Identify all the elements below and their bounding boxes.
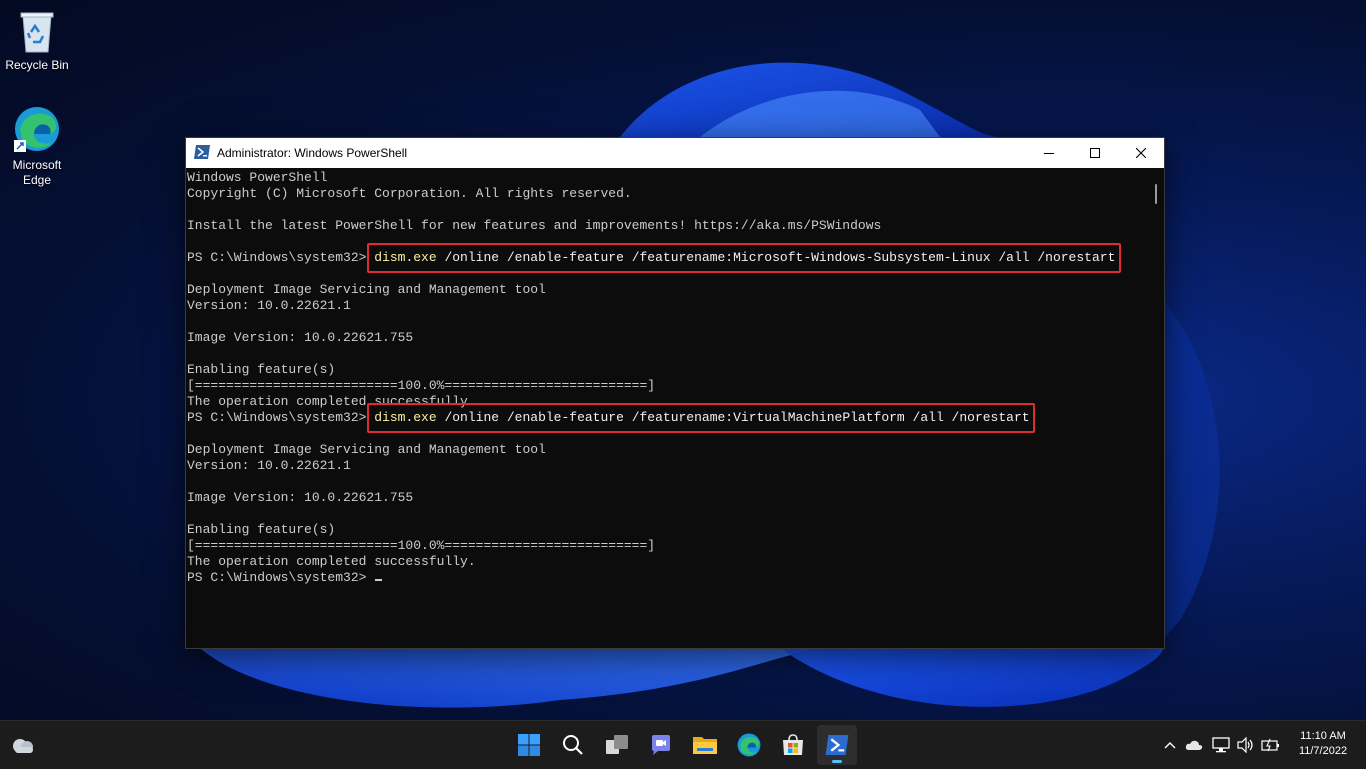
console-line: Deployment Image Servicing and Managemen… [187,442,546,457]
minimize-button[interactable] [1026,138,1072,168]
console-prompt: PS C:\Windows\system32> [187,410,375,425]
console-line: Windows PowerShell [187,170,328,185]
taskbar-chat-button[interactable] [641,725,681,765]
taskbar-search-button[interactable] [553,725,593,765]
taskbar-edge-button[interactable] [729,725,769,765]
taskbar-file-explorer-button[interactable] [685,725,725,765]
desktop-icon-edge[interactable]: Microsoft Edge [2,104,72,188]
volume-icon [1237,737,1253,753]
console-command-exe: dism.exe [374,410,437,425]
powershell-icon [825,735,849,755]
console-command-exe: dism.exe [374,250,437,265]
text-cursor [375,579,383,581]
tray-overflow-button[interactable] [1160,735,1180,755]
vertical-scrollbar[interactable] [1148,168,1164,648]
console-line: The operation completed successfully. [187,554,476,569]
tray-volume[interactable] [1236,735,1256,755]
edge-icon [737,733,761,757]
tray-battery[interactable] [1261,735,1281,755]
chevron-up-icon [1164,742,1176,749]
clock-time: 11:10 AM [1300,730,1346,742]
title-bar[interactable]: Administrator: Windows PowerShell [186,138,1164,168]
search-icon [563,735,583,755]
taskbar-powershell-button[interactable] [817,725,857,765]
weather-widget[interactable] [10,733,36,757]
console-line: Image Version: 10.0.22621.755 [187,490,414,505]
scrollbar-thumb[interactable] [1155,184,1157,204]
console-line: Install the latest PowerShell for new fe… [187,218,882,233]
recycle-bin-icon [20,12,54,53]
maximize-icon [1090,148,1100,158]
store-icon [783,734,803,755]
console-command: dism.exe /online /enable-feature /featur… [374,250,1115,265]
console-line: Copyright (C) Microsoft Corporation. All… [187,186,632,201]
console-command-args: /online /enable-feature /featurename:Mic… [436,250,1116,265]
console-line: Deployment Image Servicing and Managemen… [187,282,546,297]
taskbar: 11:10 AM 11/7/2022 [0,720,1366,769]
close-button[interactable] [1118,138,1164,168]
taskbar-start-button[interactable] [509,725,549,765]
console-output[interactable]: Windows PowerShell Copyright (C) Microsof… [186,168,1146,648]
desktop-icon-label: Recycle Bin [5,58,69,72]
onedrive-icon [1185,740,1203,750]
console-line: Version: 10.0.22621.1 [187,298,351,313]
powershell-icon [194,145,210,159]
powershell-window[interactable]: Administrator: Windows PowerShell Window… [185,137,1165,649]
chat-icon [652,735,670,755]
tray-onedrive[interactable] [1184,735,1204,755]
maximize-button[interactable] [1072,138,1118,168]
task-view-icon [606,735,628,754]
weather-cloud-icon [13,739,33,753]
edge-icon [14,107,59,152]
console-line: Enabling feature(s) [187,362,336,377]
close-icon [1136,148,1146,158]
desktop-icon-recycle-bin[interactable]: Recycle Bin [2,8,72,73]
desktop-icon-label: Microsoft Edge [12,158,62,187]
console-line: Enabling feature(s) [187,522,336,537]
tray-network[interactable] [1211,735,1231,755]
console-line: Version: 10.0.22621.1 [187,458,351,473]
file-explorer-icon [693,737,717,754]
console-line: [==========================100.0%=======… [187,378,656,393]
battery-icon [1261,738,1279,752]
console-prompt: PS C:\Windows\system32> [187,250,375,265]
console-line: Image Version: 10.0.22621.755 [187,330,414,345]
console-line: PS C:\Windows\system32> dism.exe /online… [187,250,1115,266]
window-title: Administrator: Windows PowerShell [217,146,408,160]
console-line: [==========================100.0%=======… [187,538,656,553]
clock-date: 11/7/2022 [1298,745,1348,757]
taskbar-store-button[interactable] [773,725,813,765]
console-prompt: PS C:\Windows\system32> [187,570,375,585]
taskbar-clock[interactable]: 11:10 AM 11/7/2022 [1288,729,1358,759]
console-line: PS C:\Windows\system32> [187,570,383,586]
network-icon [1212,737,1230,753]
start-icon [518,734,540,756]
console-line: PS C:\Windows\system32> dism.exe /online… [187,410,1030,426]
taskbar-task-view-button[interactable] [597,725,637,765]
console-command-args: /online /enable-feature /featurename:Vir… [436,410,1030,425]
active-app-indicator [832,760,842,763]
console-command: dism.exe /online /enable-feature /featur… [374,410,1029,425]
minimize-icon [1044,153,1054,154]
